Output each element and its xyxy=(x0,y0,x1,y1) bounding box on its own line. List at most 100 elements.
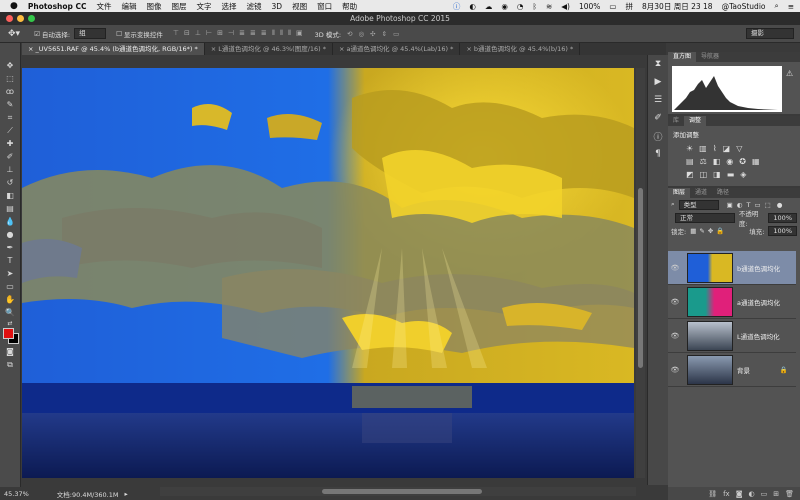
quick-select-tool-icon[interactable]: ✎ xyxy=(0,98,20,111)
marquee-tool-icon[interactable]: ⬚ xyxy=(0,72,20,85)
eraser-tool-icon[interactable]: ◧ xyxy=(0,189,20,202)
swap-colors-icon[interactable]: ⇄ xyxy=(0,319,20,327)
horizontal-scroll-thumb[interactable] xyxy=(322,489,482,494)
filter-toggle[interactable]: ● xyxy=(777,201,783,209)
security-icon[interactable]: ◉ xyxy=(501,2,508,11)
distribute-vcenter-icon[interactable]: ≣ xyxy=(250,29,256,38)
new-group-icon[interactable]: ▭ xyxy=(761,490,768,498)
align-left-icon[interactable]: ⊢ xyxy=(206,29,212,38)
slide-3d-icon[interactable]: ⇕ xyxy=(382,30,387,38)
new-adjustment-icon[interactable]: ◐ xyxy=(749,490,755,498)
zoom-button[interactable] xyxy=(28,15,35,22)
gradient-map-icon[interactable]: ▬ xyxy=(727,170,735,179)
menu-file[interactable]: 文件 xyxy=(97,1,112,12)
lock-transparency-icon[interactable]: ▦ xyxy=(690,227,696,235)
layer-row[interactable]: 👁 背景 🔒 xyxy=(668,353,796,387)
align-bottom-icon[interactable]: ⊥ xyxy=(195,29,201,38)
status-menu-icon[interactable]: ▸ xyxy=(124,490,127,498)
eyedropper-tool-icon[interactable]: ⟋ xyxy=(0,124,20,137)
info-panel-icon[interactable]: ⓘ xyxy=(648,127,668,145)
distribute-top-icon[interactable]: ≣ xyxy=(239,29,245,38)
visibility-eye-icon[interactable]: 👁 xyxy=(668,264,682,272)
hand-tool-icon[interactable]: ✋ xyxy=(0,293,20,306)
info-icon[interactable]: ⓘ xyxy=(453,1,461,12)
layer-row[interactable]: 👁 L通道色调均化 xyxy=(668,319,796,353)
tab-adjustments[interactable]: 调整 xyxy=(684,116,707,126)
bluetooth-icon[interactable]: ᛒ xyxy=(532,2,537,11)
brightness-icon[interactable]: ☀ xyxy=(686,144,693,153)
distribute-bottom-icon[interactable]: ≣ xyxy=(261,29,267,38)
screen-mode-icon[interactable]: ⧉ xyxy=(0,358,20,371)
filter-smart-icon[interactable]: ⬚ xyxy=(765,201,771,209)
cloud-icon[interactable]: ☁ xyxy=(485,2,493,11)
drag-3d-icon[interactable]: ✣ xyxy=(370,30,375,38)
align-right-icon[interactable]: ⊣ xyxy=(228,29,234,38)
bw-icon[interactable]: ◧ xyxy=(713,157,721,166)
opacity-input[interactable]: 100% xyxy=(768,212,797,223)
layer-row[interactable]: 👁 b通道色调均化 xyxy=(668,251,796,285)
shape-tool-icon[interactable]: ▭ xyxy=(0,280,20,293)
menu-select[interactable]: 选择 xyxy=(222,1,237,12)
orbit-3d-icon[interactable]: ⟲ xyxy=(347,30,352,38)
invert-icon[interactable]: ◩ xyxy=(686,170,694,179)
history-icon[interactable]: ⧗ xyxy=(648,55,668,73)
menu-window[interactable]: 窗口 xyxy=(317,1,332,12)
visibility-eye-icon[interactable]: 👁 xyxy=(668,332,682,340)
layer-filter-dropdown[interactable]: 类型 xyxy=(678,199,719,210)
layer-name[interactable]: b通道色调均化 xyxy=(737,263,780,273)
vibrance-icon[interactable]: ▽ xyxy=(736,144,742,153)
document-canvas[interactable] xyxy=(22,68,634,478)
color-balance-icon[interactable]: ⚖ xyxy=(700,157,707,166)
lock-all-icon[interactable]: 🔒 xyxy=(716,227,724,235)
levels-icon[interactable]: ▥ xyxy=(699,144,707,153)
color-swatches[interactable] xyxy=(0,327,20,345)
warning-icon[interactable]: ⚠ xyxy=(786,69,793,78)
distribute-hcenter-icon[interactable]: ⦀ xyxy=(280,29,283,38)
input-method-icon[interactable]: 拼 xyxy=(626,1,634,12)
channel-mixer-icon[interactable]: ✪ xyxy=(739,157,746,166)
selective-color-icon[interactable]: ◈ xyxy=(740,170,746,179)
path-select-tool-icon[interactable]: ➤ xyxy=(0,267,20,280)
auto-select-dropdown[interactable]: 组 xyxy=(74,28,107,39)
menu-help[interactable]: 帮助 xyxy=(342,1,357,12)
scale-3d-icon[interactable]: ▭ xyxy=(393,30,399,38)
layer-name[interactable]: L通道色调均化 xyxy=(737,331,780,341)
move-tool-icon[interactable]: ✥▾ xyxy=(8,29,20,39)
tab-document-1[interactable]: × _UV5651.RAF @ 45.4% (b通道色调均化, RGB/16*)… xyxy=(22,43,205,55)
clock-icon[interactable]: ◔ xyxy=(517,2,524,11)
doc-size[interactable]: 文档:90.4M/360.1M xyxy=(57,489,119,499)
user-name[interactable]: @TaoStudio xyxy=(722,2,766,11)
tab-navigator[interactable]: 导航器 xyxy=(696,52,724,62)
search-icon[interactable]: ⌕ xyxy=(775,1,779,11)
fill-input[interactable]: 100% xyxy=(768,225,797,236)
threshold-icon[interactable]: ◨ xyxy=(713,170,721,179)
sync-icon[interactable]: ◐ xyxy=(469,2,476,11)
menu-3d[interactable]: 3D xyxy=(272,2,283,11)
pen-tool-icon[interactable]: ✒ xyxy=(0,241,20,254)
exposure-icon[interactable]: ◪ xyxy=(723,144,731,153)
close-button[interactable] xyxy=(6,15,13,22)
menu-filter[interactable]: 滤镜 xyxy=(247,1,262,12)
posterize-icon[interactable]: ◫ xyxy=(700,170,708,179)
wifi-icon[interactable]: ≋ xyxy=(546,2,552,11)
quick-mask-icon[interactable]: ◙ xyxy=(0,345,20,358)
menu-layer[interactable]: 图层 xyxy=(172,1,187,12)
color-lookup-icon[interactable]: ▦ xyxy=(752,157,760,166)
clone-stamp-tool-icon[interactable]: ⊥ xyxy=(0,163,20,176)
align-top-icon[interactable]: ⊤ xyxy=(173,29,179,38)
history-brush-tool-icon[interactable]: ↺ xyxy=(0,176,20,189)
blend-mode-dropdown[interactable]: 正常 xyxy=(675,212,735,223)
lasso-tool-icon[interactable]: ꝏ xyxy=(0,85,20,98)
dodge-tool-icon[interactable]: ● xyxy=(0,228,20,241)
crop-tool-icon[interactable]: ⌗ xyxy=(0,111,20,124)
menu-image[interactable]: 图像 xyxy=(147,1,162,12)
distribute-left-icon[interactable]: ⦀ xyxy=(272,29,275,38)
hue-sat-icon[interactable]: ▤ xyxy=(686,157,694,166)
tab-channels[interactable]: 通道 xyxy=(690,188,712,198)
foreground-color-swatch[interactable] xyxy=(3,328,14,339)
tab-document-4[interactable]: × b通道色调均化 @ 45.4%(b/16) * xyxy=(460,43,581,55)
auto-select-checkbox[interactable]: ☑ xyxy=(34,30,40,38)
blur-tool-icon[interactable]: 💧 xyxy=(0,215,20,228)
align-vcenter-icon[interactable]: ⊟ xyxy=(184,29,190,38)
lock-position-icon[interactable]: ✥ xyxy=(708,227,713,235)
